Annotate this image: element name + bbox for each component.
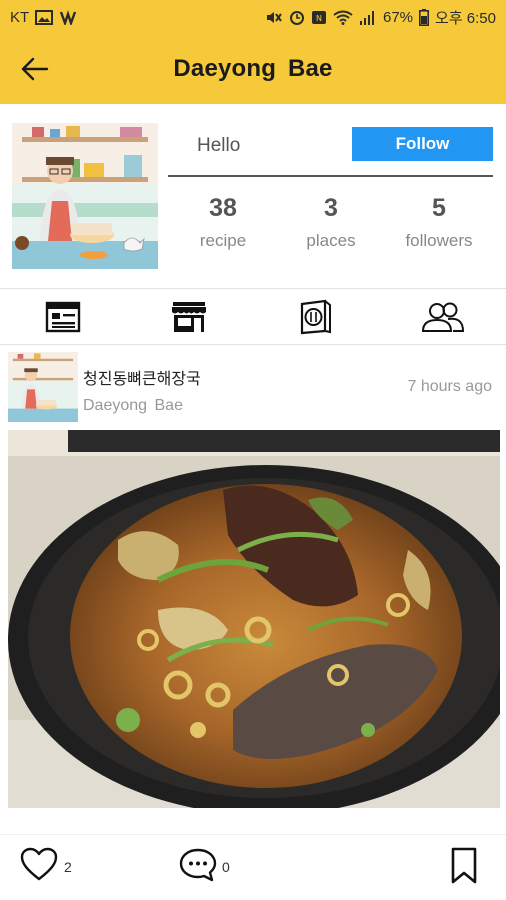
mute-icon <box>265 10 283 25</box>
carrier-label: KT <box>10 8 30 26</box>
people-icon <box>421 302 465 332</box>
page-title: Daeyong Bae <box>173 55 333 82</box>
wifi-icon <box>333 10 353 25</box>
comment-icon <box>179 848 217 882</box>
profile-section: Hello Follow 38 recipe 3 places 5 follow… <box>0 104 506 288</box>
profile-avatar <box>12 123 158 269</box>
battery-percent: 67% <box>383 8 414 26</box>
stat-recipe[interactable]: 38 recipe <box>169 194 277 251</box>
profile-tab-bar <box>0 288 506 345</box>
vibration-icon <box>59 9 77 25</box>
dining-icon <box>300 299 331 335</box>
stat-label: recipe <box>199 231 247 250</box>
tab-places[interactable] <box>126 289 252 345</box>
stat-value: 3 <box>324 194 338 222</box>
post-header[interactable]: 청진동뼈큰해장국 Daeyong Bae 7 hours ago <box>0 346 506 428</box>
follow-button[interactable]: Follow <box>352 127 493 161</box>
profile-greeting: Hello <box>197 135 241 156</box>
stat-value: 5 <box>432 194 446 222</box>
comment-button[interactable] <box>178 847 218 885</box>
clock: 오후 6:50 <box>435 9 496 27</box>
image-icon <box>35 9 54 25</box>
tab-dining[interactable] <box>252 289 378 345</box>
status-right: N 67% 오후 6:50 <box>265 7 496 28</box>
status-bar: KT N 67% 오후 6:50 <box>0 0 506 34</box>
stat-label: places <box>306 231 356 250</box>
status-left: KT <box>10 9 77 26</box>
app-header: Daeyong Bae <box>0 34 506 104</box>
post-timestamp: 7 hours ago <box>407 378 492 395</box>
like-count: 2 <box>64 859 72 875</box>
tab-recipes[interactable] <box>0 289 126 345</box>
profile-divider <box>168 175 493 177</box>
like-button[interactable] <box>20 847 60 885</box>
store-icon <box>172 302 206 332</box>
stat-value: 38 <box>209 194 237 222</box>
post-actions: 2 0 <box>0 834 506 900</box>
recipe-list-icon <box>45 301 81 333</box>
battery-icon <box>419 8 430 26</box>
comment-count: 0 <box>222 859 230 875</box>
signal-icon <box>359 10 377 25</box>
tab-people[interactable] <box>380 289 506 345</box>
post-author[interactable]: Daeyong Bae <box>83 397 183 415</box>
stat-label: followers <box>405 231 473 250</box>
alarm-icon <box>289 9 305 25</box>
bookmark-icon <box>451 847 477 884</box>
nfc-icon: N <box>311 10 327 25</box>
svg-text:N: N <box>316 14 322 23</box>
stat-places[interactable]: 3 places <box>277 194 385 251</box>
heart-icon <box>20 847 58 881</box>
post-image[interactable] <box>8 430 500 808</box>
post-avatar[interactable] <box>8 352 78 422</box>
post-title[interactable]: 청진동뼈큰해장국 <box>83 365 201 389</box>
bookmark-button[interactable] <box>450 847 480 885</box>
stat-followers[interactable]: 5 followers <box>385 194 493 251</box>
